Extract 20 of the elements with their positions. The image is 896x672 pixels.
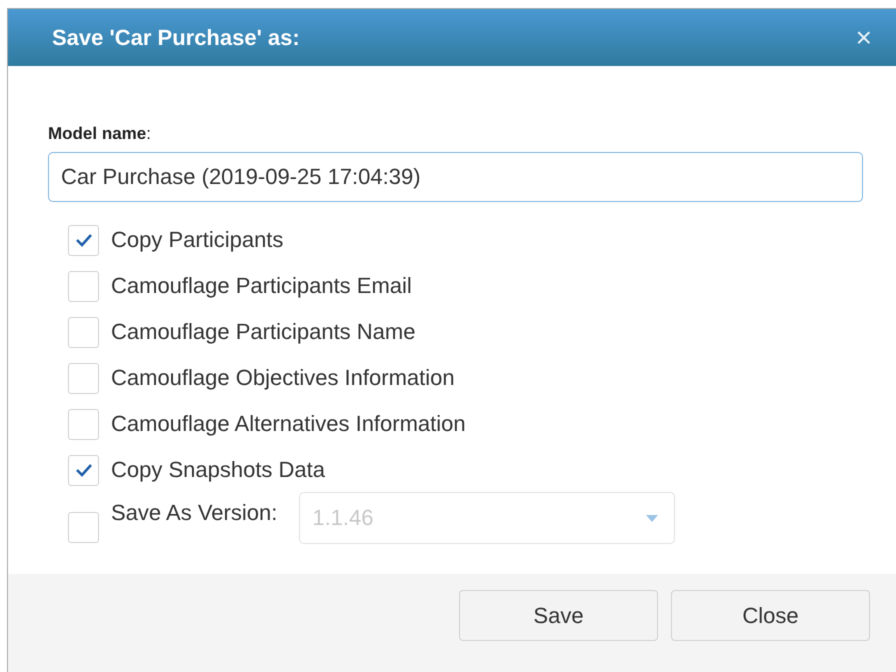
model-name-field[interactable]: Car Purchase (2019-09-25 17:04:39) — [48, 152, 863, 202]
option-label: Camouflage Participants Name — [111, 319, 416, 345]
save-button[interactable]: Save — [459, 590, 658, 641]
close-button[interactable]: Close — [671, 590, 870, 641]
field-label: Model name: — [48, 124, 152, 144]
option-label: Camouflage Alternatives Information — [111, 411, 466, 437]
checkbox[interactable] — [68, 408, 99, 440]
checkbox[interactable] — [68, 362, 99, 394]
checkbox[interactable] — [68, 512, 99, 543]
option-label: Save As Version: — [111, 500, 278, 526]
option-label: Camouflage Objectives Information — [111, 365, 455, 391]
caret-icon — [646, 514, 658, 522]
checkbox[interactable] — [68, 270, 99, 302]
checkbox[interactable] — [68, 454, 99, 486]
checkbox[interactable] — [68, 224, 99, 256]
option-label: Copy Snapshots Data — [111, 457, 326, 483]
option-label: Copy Participants — [111, 227, 284, 253]
checkbox[interactable] — [68, 316, 99, 348]
option-label: Camouflage Participants Email — [111, 273, 412, 299]
dialog-title: Save 'Car Purchase' as: — [52, 24, 300, 50]
